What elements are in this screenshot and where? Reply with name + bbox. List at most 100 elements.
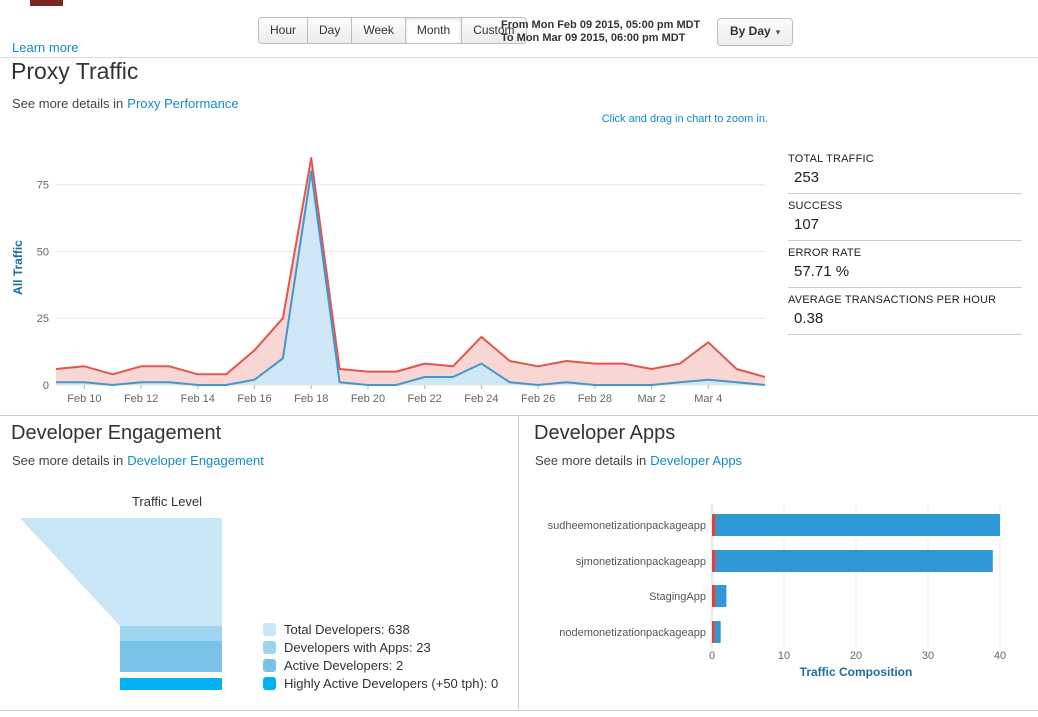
x-tick-label: 30 xyxy=(922,650,934,662)
stat-total-traffic: TOTAL TRAFFIC 253 xyxy=(788,150,1022,194)
proxy-traffic-title: Proxy Traffic xyxy=(11,58,139,84)
x-tick-label: Feb 12 xyxy=(124,393,158,405)
bar-segment-error xyxy=(712,621,715,643)
range-button-hour[interactable]: Hour xyxy=(258,17,309,44)
bar-category-label: sjmonetizationpackageapp xyxy=(576,556,706,568)
legend-label: Highly Active Developers (+50 tph): 0 xyxy=(284,675,499,691)
stat-success: SUCCESS 107 xyxy=(788,197,1022,241)
range-button-month[interactable]: Month xyxy=(404,17,463,44)
bar-segment-error xyxy=(712,585,716,607)
x-tick-label: Mar 4 xyxy=(694,393,722,405)
funnel-legend-item: Developers with Apps: 23 xyxy=(263,638,498,656)
developer-funnel-chart xyxy=(20,518,222,690)
x-tick-label: 10 xyxy=(778,650,790,662)
developer-apps-title: Developer Apps xyxy=(534,422,676,444)
subtitle-prefix: See more details in xyxy=(535,453,647,468)
group-by-label: By Day xyxy=(730,24,771,38)
legend-label: Total Developers: 638 xyxy=(284,621,410,637)
x-tick-label: Feb 28 xyxy=(578,393,612,405)
bar-category-label: nodemonetizationpackageapp xyxy=(559,627,706,639)
stat-label: ERROR RATE xyxy=(788,247,862,259)
stat-average-transactions-per-hour: AVERAGE TRANSACTIONS PER HOUR 0.38 xyxy=(788,291,1022,335)
date-range-display: From Mon Feb 09 2015, 05:00 pm MDT To Mo… xyxy=(501,19,700,45)
funnel-legend: Total Developers: 638 Developers with App… xyxy=(263,620,498,692)
bar-segment-error xyxy=(712,514,716,536)
group-by-dropdown[interactable]: By Day ▾ xyxy=(717,18,794,46)
bar-segment-success xyxy=(714,621,721,643)
header-divider xyxy=(0,57,1038,58)
x-tick-label: Feb 18 xyxy=(294,393,328,405)
developer-apps-chart: 0 10 20 30 40 sudheemonetizationpackageapp sjm… xyxy=(548,504,1006,679)
x-tick-label: Feb 22 xyxy=(408,393,442,405)
y-tick-label: 75 xyxy=(37,180,49,192)
date-from-text: From Mon Feb 09 2015, 05:00 pm MDT xyxy=(501,19,701,31)
x-tick-label: 0 xyxy=(709,650,715,662)
funnel-stage-highly-active-developers xyxy=(120,678,222,690)
funnel-stage-total-developers xyxy=(20,518,222,626)
footer-divider xyxy=(0,710,1038,711)
subtitle-prefix: See more details in xyxy=(12,453,124,468)
success-line xyxy=(56,170,766,386)
x-tick-label: Feb 26 xyxy=(521,393,555,405)
stat-error-rate: ERROR RATE 57.71 % xyxy=(788,244,1022,288)
bar-category-label: StagingApp xyxy=(649,591,706,603)
y-tick-label: 0 xyxy=(43,380,49,392)
legend-swatch-icon xyxy=(263,622,276,636)
y-tick-label: 50 xyxy=(37,246,49,258)
stat-label: TOTAL TRAFFIC xyxy=(788,153,874,165)
y-tick-label: 25 xyxy=(37,313,49,325)
bar-segment-error xyxy=(712,550,716,572)
stat-value: 107 xyxy=(794,216,820,233)
stat-label: SUCCESS xyxy=(788,200,843,212)
legend-swatch-icon xyxy=(263,676,276,690)
developer-engagement-subtitle: See more details in Developer Engagement xyxy=(12,453,264,468)
legend-swatch-icon xyxy=(263,640,276,654)
funnel-legend-item: Active Developers: 2 xyxy=(263,656,498,674)
range-button-week[interactable]: Week xyxy=(351,17,406,44)
all-traffic-area xyxy=(56,158,765,385)
developer-engagement-link[interactable]: Developer Engagement xyxy=(127,453,264,468)
date-to-text: To Mon Mar 09 2015, 06:00 pm MDT xyxy=(501,32,686,44)
x-tick-label: 20 xyxy=(850,650,862,662)
all-traffic-line xyxy=(55,157,766,378)
legend-label: Active Developers: 2 xyxy=(284,657,404,673)
funnel-legend-item: Highly Active Developers (+50 tph): 0 xyxy=(263,674,498,692)
x-tick-label: Feb 10 xyxy=(67,393,101,405)
x-tick-label: Feb 16 xyxy=(237,393,271,405)
bar-segment-success xyxy=(715,514,1000,536)
range-button-day[interactable]: Day xyxy=(307,17,353,44)
legend-label: Developers with Apps: 23 xyxy=(284,639,431,655)
developer-apps-link[interactable]: Developer Apps xyxy=(650,453,742,468)
time-range-button-group: Hour Day Week Month Custom xyxy=(258,17,527,44)
learn-more-link[interactable]: Learn more xyxy=(12,40,78,55)
funnel-stage-developers-with-apps xyxy=(120,626,222,641)
column-divider xyxy=(518,416,519,710)
x-tick-label: Mar 2 xyxy=(637,393,665,405)
y-axis-title: All Traffic xyxy=(11,240,25,295)
stat-label: AVERAGE TRANSACTIONS PER HOUR xyxy=(788,294,997,306)
x-axis-title: Traffic Composition xyxy=(800,665,913,679)
stat-value: 0.38 xyxy=(794,310,824,327)
success-area xyxy=(56,171,765,385)
chevron-down-icon: ▾ xyxy=(775,27,781,37)
x-tick-label: Feb 14 xyxy=(181,393,215,405)
stat-value: 253 xyxy=(794,169,820,186)
developer-apps-subtitle: See more details in Developer Apps xyxy=(535,453,742,468)
cutoff-red-element xyxy=(30,0,63,6)
funnel-title: Traffic Level xyxy=(131,494,203,509)
bar-category-label: sudheemonetizationpackageapp xyxy=(548,520,706,532)
subtitle-prefix: See more details in xyxy=(12,96,124,111)
x-tick-label: Feb 24 xyxy=(464,393,498,405)
proxy-traffic-chart[interactable]: 0 25 50 75 Feb 10 Feb 12 Feb 14 Feb 16 Feb 18 Feb… xyxy=(8,136,778,412)
x-tick-label: 40 xyxy=(994,650,1006,662)
proxy-performance-link[interactable]: Proxy Performance xyxy=(127,96,238,111)
bar-segment-success xyxy=(715,550,993,572)
developer-engagement-title: Developer Engagement xyxy=(11,422,222,444)
funnel-stage-active-developers xyxy=(120,641,222,672)
bar-segment-success xyxy=(715,585,727,607)
funnel-legend-item: Total Developers: 638 xyxy=(263,620,498,638)
section-divider xyxy=(0,415,1038,416)
proxy-traffic-subtitle: See more details in Proxy Performance xyxy=(12,96,239,111)
chart-zoom-hint: Click and drag in chart to zoom in. xyxy=(601,113,768,125)
traffic-stats-panel: TOTAL TRAFFIC 253 SUCCESS 107 ERROR RATE 57.7… xyxy=(788,150,1022,338)
